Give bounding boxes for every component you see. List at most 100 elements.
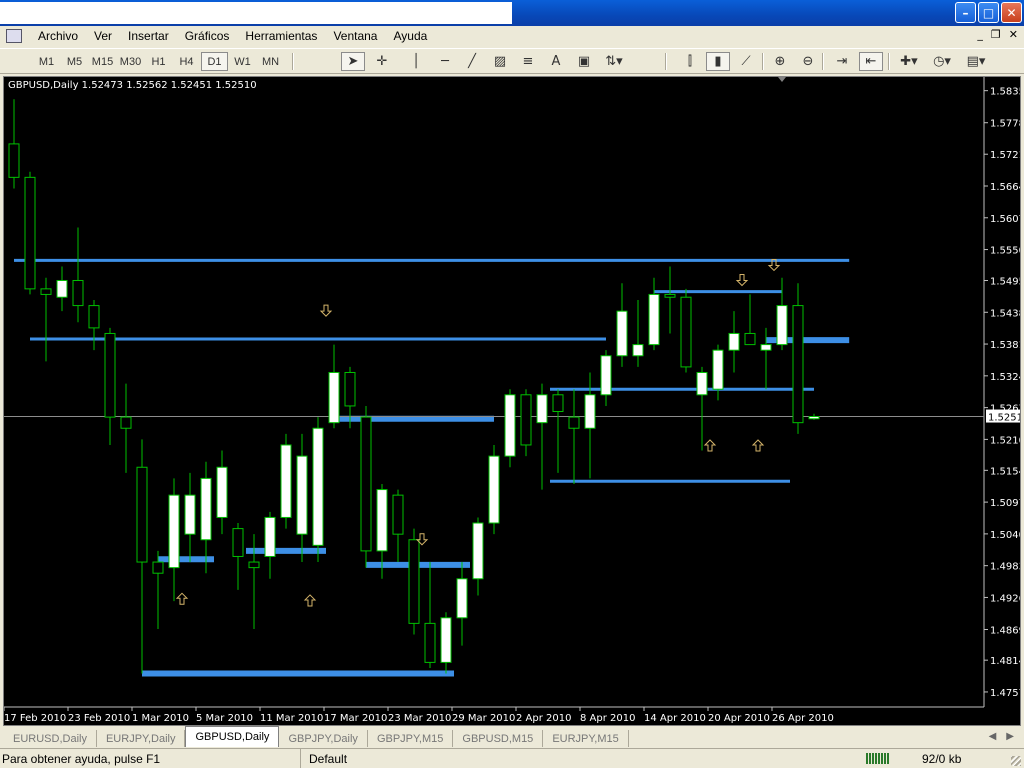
menu-ventana[interactable]: Ventana xyxy=(325,29,385,43)
price-tick-label: 1.55505 xyxy=(990,246,1020,257)
tab-scroll: ◀ ▶ xyxy=(989,731,1014,742)
mdi-restore-icon[interactable]: ❐ xyxy=(991,28,1001,41)
bearish-candle xyxy=(136,466,148,563)
vertical-line-icon[interactable]: │ xyxy=(404,52,428,71)
price-tick-label: 1.52100 xyxy=(990,435,1020,446)
maximize-icon[interactable]: □ xyxy=(978,2,999,23)
equidistant-channel-icon[interactable]: ▨ xyxy=(488,52,512,71)
crosshair-icon[interactable]: ✛ xyxy=(370,52,394,71)
app-icon[interactable] xyxy=(6,29,22,43)
bullish-candle xyxy=(440,617,452,663)
window-controls: – □ ✕ xyxy=(955,2,1022,23)
menu-bar: Archivo Ver Insertar Gráficos Herramient… xyxy=(0,26,1024,46)
price-tick-label: 1.49265 xyxy=(990,593,1020,604)
status-profile[interactable]: Default xyxy=(300,749,347,768)
timeframe-m1[interactable]: M1 xyxy=(33,52,60,71)
time-tick-label: 11 Mar 2010 xyxy=(260,713,323,724)
chart-toolbar: M1 M5 M15 M30 H1 H4 D1 W1 MN ➤ ✛ │ ─ ╱ ▨… xyxy=(0,48,1024,74)
arrows-dropdown-icon[interactable]: ⇅▾ xyxy=(602,52,626,71)
tab-scroll-right-icon[interactable]: ▶ xyxy=(1006,731,1014,742)
bearish-candle xyxy=(248,561,260,569)
time-tick-label: 26 Apr 2010 xyxy=(772,713,834,724)
text-label-icon[interactable]: ▣ xyxy=(572,52,596,71)
mdi-close-icon[interactable]: ✕ xyxy=(1009,28,1018,41)
timeframe-m30[interactable]: M30 xyxy=(117,52,144,71)
toolbar-separator xyxy=(292,53,294,70)
price-tick-label: 1.47570 xyxy=(990,688,1020,699)
auto-scroll-icon[interactable]: ⇥ xyxy=(830,52,854,71)
bullish-candle xyxy=(280,444,292,518)
menu-archivo[interactable]: Archivo xyxy=(30,29,86,43)
horizontal-line-icon[interactable]: ─ xyxy=(433,52,457,71)
connection-bars-icon xyxy=(866,753,890,764)
bullish-candle xyxy=(168,494,180,569)
toolbar-separator xyxy=(888,53,890,70)
zoom-in-icon[interactable]: ⊕ xyxy=(768,52,792,71)
bearish-candle xyxy=(40,288,52,295)
bullish-candle xyxy=(616,310,628,357)
templates-dropdown-icon[interactable]: ▤▾ xyxy=(962,52,990,71)
bearish-candle xyxy=(792,305,804,424)
menu-graficos[interactable]: Gráficos xyxy=(177,29,238,43)
timeframe-h4[interactable]: H4 xyxy=(173,52,200,71)
bearish-candle xyxy=(392,494,404,535)
bullish-candle xyxy=(456,578,468,619)
bullish-candle xyxy=(472,522,484,580)
timeframe-m15[interactable]: M15 xyxy=(89,52,116,71)
price-tick-label: 1.56075 xyxy=(990,214,1020,225)
bearish-candle xyxy=(72,279,84,307)
mdi-minimize-icon[interactable]: _ xyxy=(977,28,983,41)
price-chart[interactable]: 1.58355 1.57780 1.57215 1.56645 1.56075 1.555… xyxy=(4,77,1020,725)
tab-gbpusd-daily[interactable]: GBPUSD,Daily xyxy=(185,726,280,747)
tab-eurjpy-daily[interactable]: EURJPY,Daily xyxy=(97,730,186,747)
timeframe-d1[interactable]: D1 xyxy=(201,52,228,71)
time-tick-label: 14 Apr 2010 xyxy=(644,713,706,724)
cursor-arrow-icon[interactable]: ➤ xyxy=(341,52,365,71)
price-tick-label: 1.58355 xyxy=(990,87,1020,98)
price-tick-label: 1.49835 xyxy=(990,562,1020,573)
periods-clock-icon[interactable]: ◷▾ xyxy=(928,52,956,71)
minimize-icon[interactable]: – xyxy=(955,2,976,23)
bearish-candle xyxy=(360,416,372,552)
timeframe-h1[interactable]: H1 xyxy=(145,52,172,71)
menu-ayuda[interactable]: Ayuda xyxy=(385,29,435,43)
candlestick-chart-icon[interactable]: ▮ xyxy=(706,52,730,71)
timeframe-w1[interactable]: W1 xyxy=(229,52,256,71)
title-text-area xyxy=(0,2,512,24)
price-tick-label: 1.48690 xyxy=(990,626,1020,637)
bar-chart-icon[interactable]: ⫿ xyxy=(678,52,702,71)
tab-eurusd-daily[interactable]: EURUSD,Daily xyxy=(4,730,97,747)
menu-herramientas[interactable]: Herramientas xyxy=(237,29,325,43)
bullish-candle xyxy=(648,293,660,346)
bullish-candle xyxy=(536,394,548,424)
mdi-controls: _ ❐ ✕ xyxy=(977,28,1018,41)
bearish-candle xyxy=(8,143,20,178)
timeframe-mn[interactable]: MN xyxy=(257,52,284,71)
bearish-candle xyxy=(152,561,164,574)
price-tick-label: 1.56645 xyxy=(990,182,1020,193)
resize-grip-icon[interactable] xyxy=(1011,756,1021,766)
timeframe-m5[interactable]: M5 xyxy=(61,52,88,71)
bullish-candle xyxy=(504,394,516,457)
chart-shift-icon[interactable]: ⇤ xyxy=(859,52,883,71)
tab-gbpjpy-m15[interactable]: GBPJPY,M15 xyxy=(368,730,454,747)
bullish-candle xyxy=(600,355,612,396)
bullish-candle xyxy=(312,427,324,546)
indicators-dropdown-icon[interactable]: ✚▾ xyxy=(895,52,923,71)
fibonacci-icon[interactable]: ≡ xyxy=(516,52,540,71)
time-tick-label: 23 Mar 2010 xyxy=(388,713,451,724)
zoom-out-icon[interactable]: ⊖ xyxy=(796,52,820,71)
price-tick-label: 1.57215 xyxy=(990,150,1020,161)
menu-ver[interactable]: Ver xyxy=(86,29,120,43)
tab-gbpjpy-daily[interactable]: GBPJPY,Daily xyxy=(279,730,368,747)
close-icon[interactable]: ✕ xyxy=(1001,2,1022,23)
text-icon[interactable]: A xyxy=(544,52,568,71)
bullish-candle xyxy=(488,455,500,524)
menu-insertar[interactable]: Insertar xyxy=(120,29,177,43)
tab-eurjpy-m15[interactable]: EURJPY,M15 xyxy=(543,730,629,747)
tab-scroll-left-icon[interactable]: ◀ xyxy=(989,731,997,742)
trendline-icon[interactable]: ╱ xyxy=(460,52,484,71)
bullish-candle xyxy=(296,455,308,535)
tab-gbpusd-m15[interactable]: GBPUSD,M15 xyxy=(453,730,544,747)
line-chart-icon[interactable]: ⟋ xyxy=(734,52,758,71)
